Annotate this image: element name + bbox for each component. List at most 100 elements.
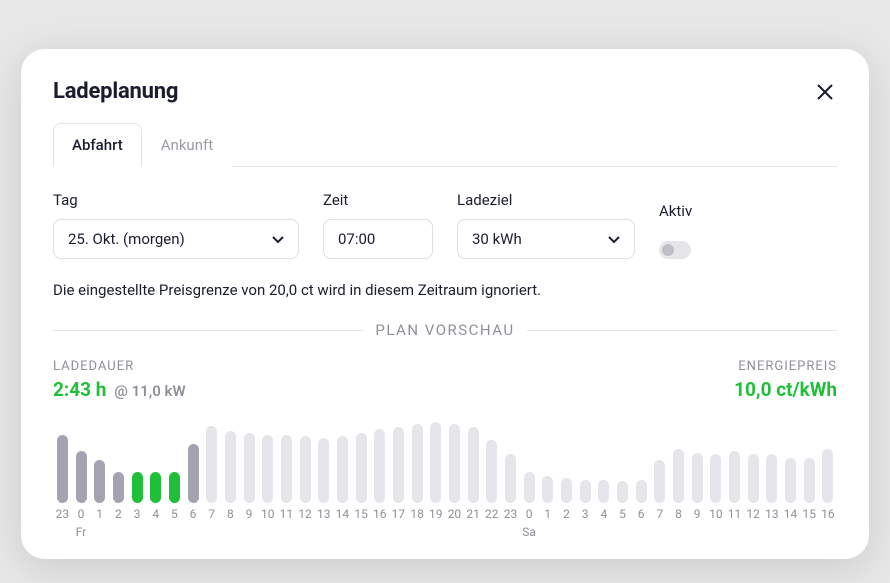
price-limit-hint: Die eingestellte Preisgrenze von 20,0 ct… [53, 281, 837, 299]
chart-slot: 6. [632, 480, 651, 539]
chart-slot: 11. [725, 451, 744, 539]
chart-tick: 3 [582, 507, 589, 521]
preview-values: 2:43 h @ 11,0 kW 10,0 ct/kWh [53, 378, 837, 401]
chart-bar [76, 451, 87, 503]
chart-bar [225, 431, 236, 503]
chart-slot: 4. [594, 480, 613, 539]
chart-tick: 10 [709, 507, 723, 521]
charge-plan-modal: Ladeplanung Abfahrt Ankunft Tag 25. Okt.… [21, 49, 869, 559]
chart-tick: 17 [392, 507, 406, 521]
chart-slot: 23. [53, 435, 72, 539]
chart-tick: 14 [336, 507, 350, 521]
goal-select[interactable]: 30 kWh [457, 219, 635, 259]
chart-bar [654, 460, 665, 503]
chart-bar [785, 458, 796, 503]
chart-slot: 22. [482, 440, 501, 539]
chart-slot: 2. [109, 472, 128, 539]
chart-tick: 9 [694, 507, 701, 521]
chart-tick: 14 [784, 507, 798, 521]
chart-slot: 2. [557, 478, 576, 539]
chart-bar [673, 449, 684, 503]
time-input[interactable]: 07:00 [323, 219, 433, 259]
chart-tick: 15 [354, 507, 368, 521]
chart-tick: 11 [728, 507, 742, 521]
chart-bar [337, 436, 348, 503]
chart-bar [356, 433, 367, 503]
chart-bar [542, 476, 553, 503]
chart-tick: 0 [78, 507, 85, 521]
chart-slot: 14. [333, 436, 352, 539]
chart-tick: 5 [619, 507, 626, 521]
chart-tick: 7 [656, 507, 663, 521]
chart-tick: 15 [802, 507, 816, 521]
chart-bar [430, 422, 441, 503]
chart-bar [561, 478, 572, 503]
chart-bar [636, 480, 647, 503]
chart-tick: 19 [429, 507, 443, 521]
chart-slot: 20. [445, 424, 464, 539]
chart-bar [692, 453, 703, 503]
active-toggle[interactable] [659, 241, 691, 259]
chart-bar [729, 451, 740, 503]
chart-slot: 15. [352, 433, 371, 539]
chart-bar [281, 435, 292, 503]
chart-slot: 23. [501, 454, 520, 539]
chart-slot: 7. [651, 460, 670, 539]
chart-slot: 12. [296, 436, 315, 539]
chart-tick: 11 [280, 507, 294, 521]
chart-tick: 5 [171, 507, 178, 521]
chart-tick: 21 [466, 507, 480, 521]
chart-bar [318, 438, 329, 503]
chart-slot: 0 Fr [72, 451, 91, 539]
tab-arrival[interactable]: Ankunft [142, 123, 232, 167]
chart-bar [412, 424, 423, 503]
close-button[interactable] [813, 80, 837, 104]
day-select-value: 25. Okt. (morgen) [68, 230, 185, 248]
modal-title: Ladeplanung [53, 79, 178, 104]
chart-bar [598, 480, 609, 503]
form-row: Tag 25. Okt. (morgen) Zeit 07:00 Ladezie… [53, 191, 837, 259]
chart-bar [188, 444, 199, 503]
chart-slot: 14. [781, 458, 800, 539]
chart-bar [748, 454, 759, 503]
preview-divider-label: PLAN VORSCHAU [375, 321, 514, 339]
chart-slot: 13. [763, 454, 782, 539]
chart-tick: 12 [746, 507, 760, 521]
day-label: Tag [53, 191, 299, 209]
tab-departure[interactable]: Abfahrt [53, 123, 142, 167]
chart-day-label: Fr [76, 525, 87, 539]
chart-slot: 4. [146, 472, 165, 539]
chart-bar [393, 427, 404, 503]
price-label: ENERGIEPREIS [738, 359, 837, 374]
chart-tick: 13 [765, 507, 779, 521]
time-label: Zeit [323, 191, 433, 209]
chart-slot: 13. [314, 438, 333, 539]
day-select[interactable]: 25. Okt. (morgen) [53, 219, 299, 259]
chart-slot: 16. [370, 429, 389, 539]
tabs: Abfahrt Ankunft [53, 122, 837, 167]
chart-bar [132, 472, 143, 503]
goal-select-value: 30 kWh [472, 230, 522, 248]
chart-tick: 3 [134, 507, 141, 521]
chart-slot: 17. [389, 427, 408, 539]
chart-bar [804, 458, 815, 503]
chart-slot: 8. [221, 431, 240, 539]
chart-slot: 11. [277, 435, 296, 539]
duration-label: LADEDAUER [53, 359, 134, 374]
chart-slot: 12. [744, 454, 763, 539]
chart-tick: 1 [544, 507, 551, 521]
chart-bar [505, 454, 516, 503]
chart-bar [300, 436, 311, 503]
chart-tick: 4 [152, 507, 159, 521]
chart-tick: 23 [56, 507, 70, 521]
chart-bar [57, 435, 68, 503]
chart-bar [94, 460, 105, 503]
chart-tick: 9 [246, 507, 253, 521]
chart-tick: 12 [298, 507, 312, 521]
chart-tick: 2 [563, 507, 570, 521]
chart-slot: 10. [707, 454, 726, 539]
price-value: 10,0 ct/kWh [734, 378, 837, 401]
chart-tick: 0 [526, 507, 533, 521]
chart-slot: 3. [128, 472, 147, 539]
chart-tick: 8 [227, 507, 234, 521]
